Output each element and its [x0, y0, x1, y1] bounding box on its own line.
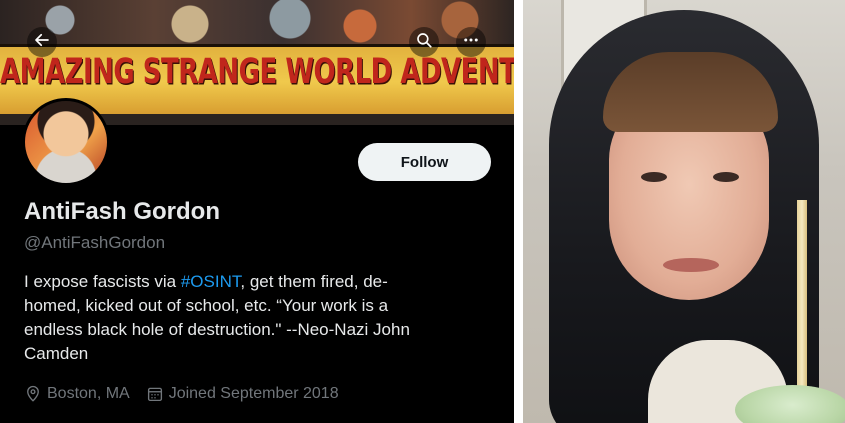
profile-bio: I expose fascists via #OSINT, get them f… — [24, 270, 494, 366]
panel-divider — [514, 0, 523, 423]
twitter-profile-panel: AMAZING STRANGE WORLD ADVENTURES! Follow… — [0, 0, 514, 423]
bio-text: , get them fired, de- — [240, 272, 388, 291]
follow-button[interactable]: Follow — [358, 143, 491, 181]
bio-line-3: endless black hole of destruction." --Ne… — [24, 320, 410, 339]
profile-meta: Boston, MA Joined September 2018 — [24, 382, 355, 406]
more-options-button[interactable] — [456, 27, 486, 57]
bio-line-2: homed, kicked out of school, etc. “Your … — [24, 296, 389, 315]
profile-handle: @AntiFashGordon — [24, 233, 166, 252]
banner-headline: AMAZING STRANGE WORLD ADVENTURES! — [0, 52, 514, 93]
profile-joined: Joined September 2018 — [146, 385, 339, 403]
hashtag-link[interactable]: #OSINT — [181, 272, 241, 291]
calendar-icon — [146, 385, 164, 403]
left-eye — [641, 172, 667, 182]
arrow-left-icon — [33, 31, 51, 54]
profile-display-name: AntiFash Gordon — [24, 198, 220, 225]
profile-location: Boston, MA — [24, 385, 130, 403]
back-button[interactable] — [27, 27, 57, 57]
bio-line-1: I expose fascists via #OSINT, get them f… — [24, 270, 494, 294]
search-button[interactable] — [409, 27, 439, 57]
profile-avatar[interactable] — [22, 98, 110, 186]
more-horizontal-icon — [462, 31, 480, 54]
location-pin-icon — [24, 385, 42, 403]
location-text: Boston, MA — [47, 385, 130, 402]
right-eye — [713, 172, 739, 182]
portrait-photo — [523, 0, 845, 423]
search-icon — [415, 31, 433, 54]
bio-text: I expose fascists via — [24, 272, 181, 291]
mouth — [663, 258, 719, 272]
joined-text: Joined September 2018 — [168, 385, 339, 402]
bio-line-4: Camden — [24, 344, 89, 363]
